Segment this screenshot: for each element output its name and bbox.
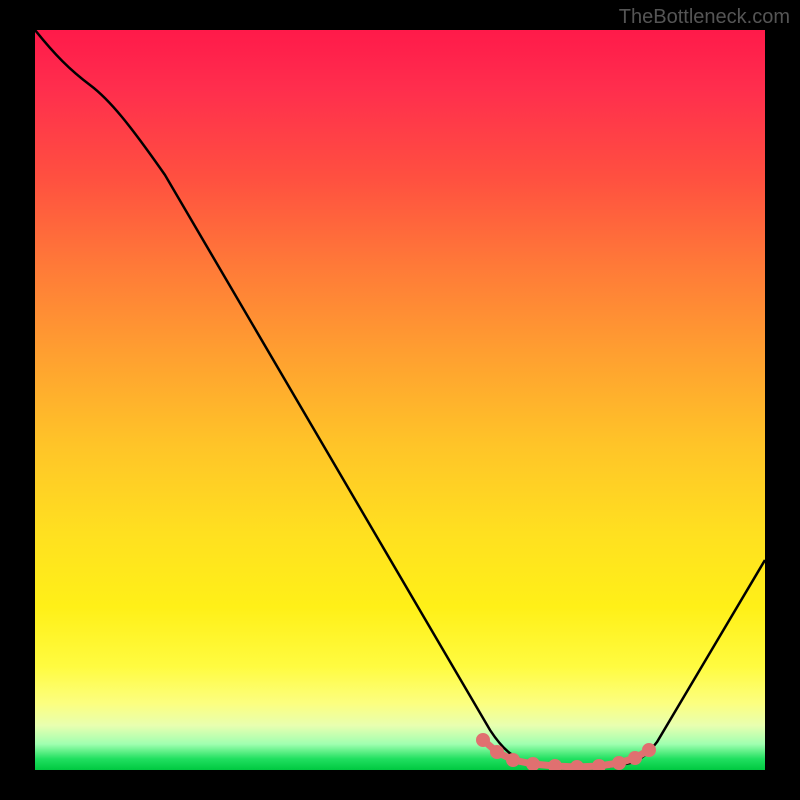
bottleneck-curve-path xyxy=(35,30,765,768)
chart-svg xyxy=(35,30,765,770)
watermark-text: TheBottleneck.com xyxy=(619,6,790,29)
plot-area xyxy=(35,30,765,770)
